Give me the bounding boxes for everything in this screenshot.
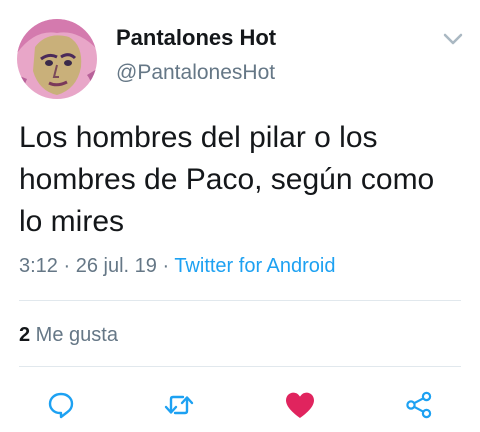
tweet-card: Pantalones Hot @PantalonesHot Los hombre… — [0, 0, 480, 432]
tweet-text: Los hombres del pilar o los hombres de P… — [19, 121, 435, 238]
likes-label: Me gusta — [30, 324, 118, 346]
heart-icon — [286, 392, 314, 418]
tweet-meta: 3:12 · 26 jul. 19 · Twitter for Android — [19, 255, 336, 278]
like-button[interactable] — [284, 389, 316, 421]
tweet-date[interactable]: 26 jul. 19 — [76, 255, 157, 277]
tweet-time: 3:12 — [19, 255, 58, 277]
reply-button[interactable] — [45, 389, 77, 421]
retweet-icon — [164, 395, 194, 415]
meta-separator: · — [57, 255, 76, 277]
avatar-image — [17, 19, 97, 99]
tweet-source-link[interactable]: Twitter for Android — [174, 255, 335, 277]
likes-stat[interactable]: 2 Me gusta — [19, 324, 118, 347]
likes-count: 2 — [19, 324, 31, 346]
share-icon — [406, 391, 432, 419]
author-handle[interactable]: @PantalonesHot — [116, 61, 275, 85]
reply-icon — [48, 392, 74, 419]
retweet-button[interactable] — [163, 389, 195, 421]
author-display-name[interactable]: Pantalones Hot — [116, 25, 276, 51]
avatar[interactable] — [17, 19, 97, 99]
share-button[interactable] — [403, 389, 435, 421]
chevron-down-icon[interactable] — [441, 30, 465, 48]
divider — [19, 366, 461, 367]
meta-separator: · — [156, 255, 175, 277]
divider — [19, 300, 461, 301]
